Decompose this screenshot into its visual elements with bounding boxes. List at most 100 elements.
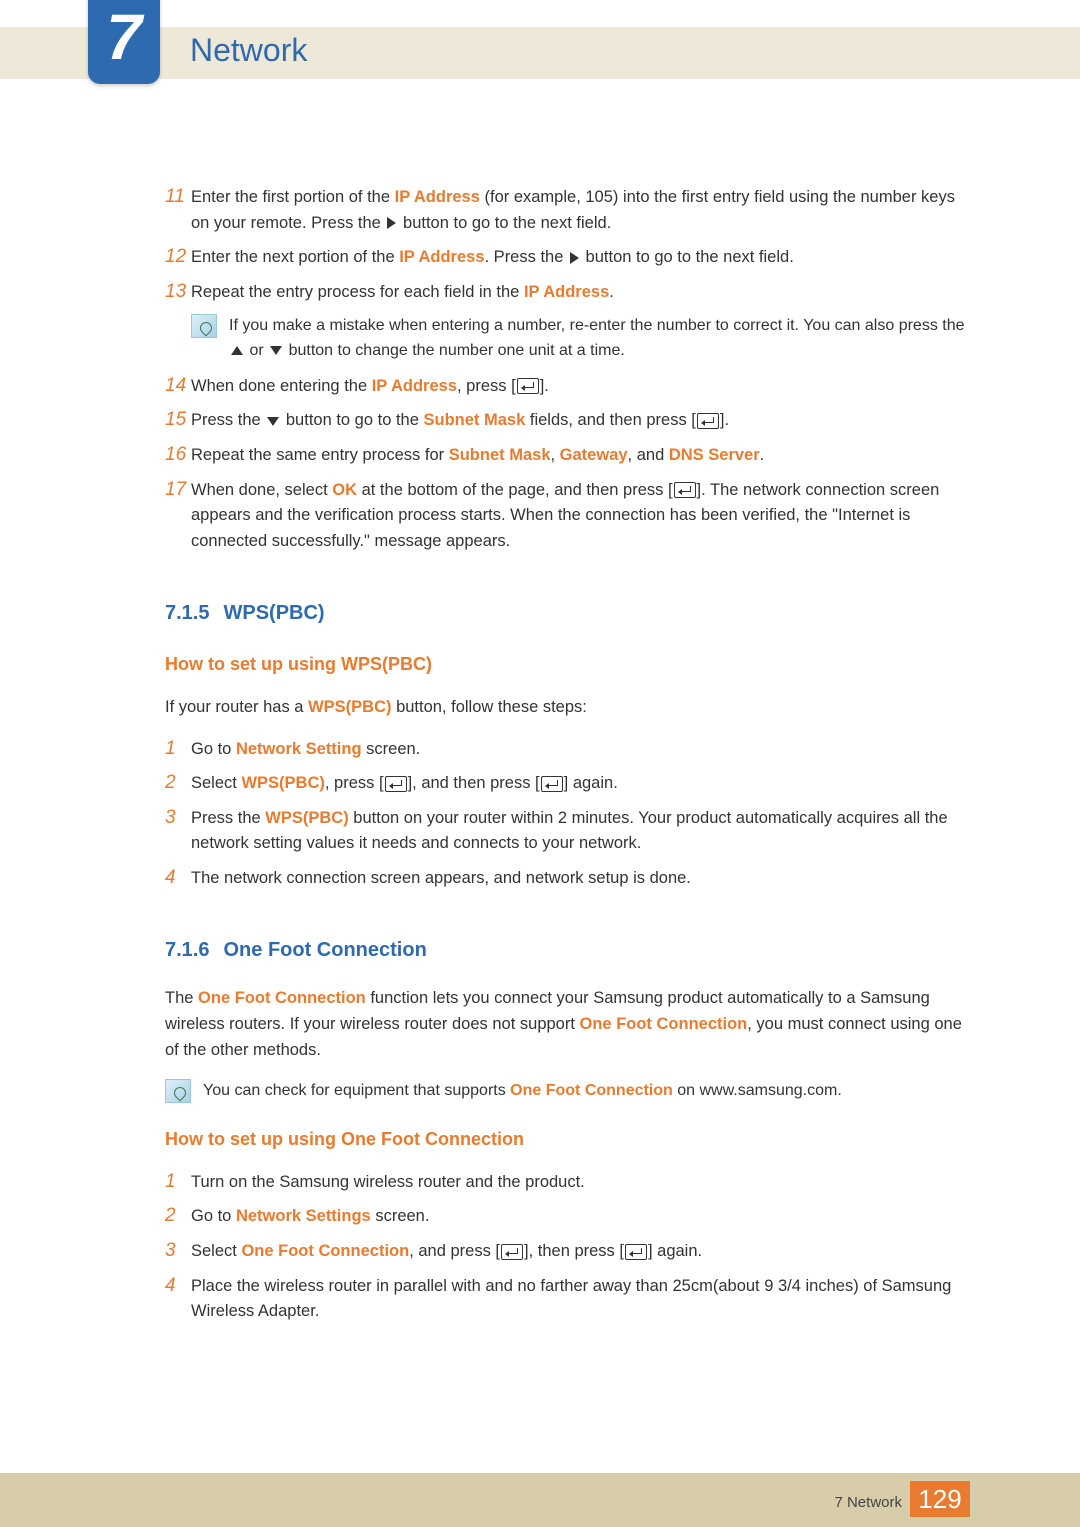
text-run: If you make a mistake when entering a nu… [229, 317, 965, 334]
step-item: 3Select One Foot Connection, and press [… [165, 1239, 970, 1265]
text-run: button, follow these steps: [392, 698, 587, 716]
enter-icon [674, 482, 696, 498]
subheading-ofc: How to set up using One Foot Connection [165, 1126, 970, 1154]
text-run: , and press [ [409, 1242, 500, 1260]
text-run: Repeat the entry process for each field … [191, 283, 524, 301]
text-run: . Press the [485, 248, 568, 266]
step-body: Enter the first portion of the IP Addres… [191, 185, 970, 236]
text-run: ]. [720, 411, 729, 429]
text-run: button to go to the next field. [398, 214, 611, 232]
step-number: 14 [165, 374, 191, 400]
text-run: Press the [191, 411, 265, 429]
step-item: 3Press the WPS(PBC) button on your route… [165, 806, 970, 857]
text-run: Select [191, 774, 241, 792]
footer-bar: 7 Network 129 [0, 1473, 1080, 1527]
section-number: 7.1.5 [165, 602, 209, 624]
step-number: 1 [165, 1170, 191, 1196]
enter-icon [385, 776, 407, 792]
note-block: You can check for equipment that support… [165, 1079, 970, 1104]
text-run: , press [ [325, 774, 384, 792]
highlight-term: Gateway [560, 446, 628, 464]
highlight-term: Network Settings [236, 1207, 371, 1225]
text-run: If your router has a [165, 698, 308, 716]
text-run: screen. [362, 740, 421, 758]
text-run: Turn on the Samsung wireless router and … [191, 1173, 585, 1191]
step-item: 2Select WPS(PBC), press [], and then pre… [165, 771, 970, 797]
step-item: 14When done entering the IP Address, pre… [165, 374, 970, 400]
step-number: 3 [165, 806, 191, 857]
text-run: ]. [540, 377, 549, 395]
text-run: Select [191, 1242, 241, 1260]
highlight-term: DNS Server [669, 446, 760, 464]
page-content: 1 1 Enter the first portion of the IP Addr… [165, 185, 970, 1334]
section-heading-wps: 7.1.5 WPS(PBC) [165, 598, 970, 629]
text-run: at the bottom of the page, and then pres… [357, 481, 673, 499]
highlight-term: One Foot Connection [241, 1242, 409, 1260]
section-title: WPS(PBC) [223, 602, 324, 624]
wps-intro-paragraph: If your router has a WPS(PBC) button, fo… [165, 695, 970, 721]
text-run: . [760, 446, 765, 464]
highlight-term: One Foot Connection [580, 1015, 748, 1033]
step-body: Select One Foot Connection, and press []… [191, 1239, 970, 1265]
triangle-down-icon [267, 417, 279, 426]
text-run: button to change the number one unit at … [284, 342, 625, 359]
step-number: 4 [165, 1274, 191, 1325]
page-number-badge: 129 [910, 1481, 970, 1517]
highlight-term: OK [332, 481, 357, 499]
text-run: ], and then press [ [408, 774, 540, 792]
step-body: Enter the next portion of the IP Address… [191, 245, 970, 271]
triangle-right-icon [387, 217, 396, 229]
text-run: , and [628, 446, 669, 464]
text-run: or [245, 342, 268, 359]
highlight-term: IP Address [399, 248, 484, 266]
section-heading-ofc: 7.1.6One Foot Connection [165, 935, 970, 966]
text-run: When done, select [191, 481, 332, 499]
step-number: 13 [165, 280, 191, 306]
step-body: Place the wireless router in parallel wi… [191, 1274, 970, 1325]
text-run: , [551, 446, 560, 464]
text-run: on www.samsung.com. [673, 1082, 842, 1099]
step-number: 15 [165, 408, 191, 434]
text-run: Enter the next portion of the [191, 248, 399, 266]
text-run: Go to [191, 740, 236, 758]
note-text: You can check for equipment that support… [203, 1079, 970, 1104]
step-number: 1 [165, 737, 191, 763]
section-title: One Foot Connection [223, 939, 426, 961]
step-item: 4The network connection screen appears, … [165, 866, 970, 892]
text-run: fields, and then press [ [525, 411, 696, 429]
step-item: 2Go to Network Settings screen. [165, 1204, 970, 1230]
step-body: Go to Network Settings screen. [191, 1204, 970, 1230]
triangle-down-icon [270, 346, 282, 355]
header-bar [0, 27, 1080, 79]
step-body: Press the button to go to the Subnet Mas… [191, 408, 970, 434]
text-run: ], then press [ [524, 1242, 624, 1260]
note-icon [165, 1079, 191, 1103]
text-run: button to go to the next field. [581, 248, 794, 266]
note-text: If you make a mistake when entering a nu… [229, 314, 970, 364]
subheading-wps: How to set up using WPS(PBC) [165, 651, 970, 679]
step-item: 16Repeat the same entry process for Subn… [165, 443, 970, 469]
note-icon [191, 314, 217, 338]
enter-icon [625, 1244, 647, 1260]
step-number: 4 [165, 866, 191, 892]
note-block: If you make a mistake when entering a nu… [191, 314, 970, 364]
text-run: ] again. [564, 774, 618, 792]
text-run: The [165, 989, 198, 1007]
text-run: Repeat the same entry process for [191, 446, 449, 464]
highlight-term: IP Address [395, 188, 480, 206]
step-body: When done entering the IP Address, press… [191, 374, 970, 400]
step-body: Turn on the Samsung wireless router and … [191, 1170, 970, 1196]
step-number: 3 [165, 1239, 191, 1265]
step-item: 13Repeat the entry process for each fiel… [165, 280, 970, 306]
highlight-term: One Foot Connection [198, 989, 366, 1007]
triangle-up-icon [231, 346, 243, 355]
footer-label: 7 Network [834, 1494, 902, 1511]
triangle-right-icon [570, 252, 579, 264]
text-run: ] again. [648, 1242, 702, 1260]
text-run: The network connection screen appears, a… [191, 869, 691, 887]
text-run: Press the [191, 809, 265, 827]
text-run: Enter the first portion of the [191, 188, 395, 206]
enter-icon [541, 776, 563, 792]
step-body: Go to Network Setting screen. [191, 737, 970, 763]
step-item: 4Place the wireless router in parallel w… [165, 1274, 970, 1325]
